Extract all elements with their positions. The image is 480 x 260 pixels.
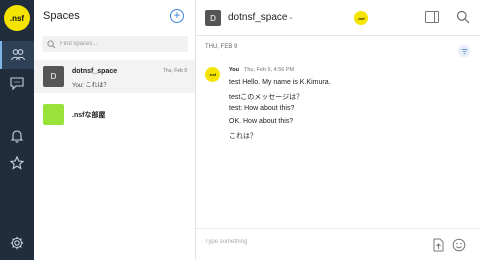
spaces-title: Spaces xyxy=(43,10,80,22)
space-app-logo[interactable]: .nsf xyxy=(354,11,368,25)
add-space-button[interactable]: + xyxy=(170,9,184,23)
search-icon xyxy=(47,39,56,48)
message-composer xyxy=(196,228,480,260)
people-icon xyxy=(10,49,26,61)
message-line: OK. How about this? xyxy=(229,118,294,125)
space-preview: You: これは？ xyxy=(72,83,110,89)
space-avatar: D xyxy=(43,66,64,87)
space-avatar: D xyxy=(205,10,221,26)
space-name: .nsfな部屋 xyxy=(72,112,106,119)
message-line: test Hello. My name is K.Kimura. xyxy=(229,79,331,86)
avatar[interactable]: .nsf xyxy=(205,67,220,82)
space-avatar xyxy=(43,104,64,125)
chevron-down-icon[interactable]: ⌄ xyxy=(288,13,294,21)
filter-icon xyxy=(461,48,467,54)
app-rail: .nsf xyxy=(0,0,34,260)
message-line: test: How about this? xyxy=(229,105,295,112)
space-search[interactable] xyxy=(42,36,188,52)
message-timestamp: Thu, Feb 9, 4:56 PM xyxy=(244,67,295,73)
chat-bubble-icon xyxy=(10,77,24,91)
rail-chat-button[interactable] xyxy=(0,69,34,97)
message-input[interactable] xyxy=(205,239,405,245)
chat-panel: D dotnsf_space ⌄ .nsf THU, FEB 9 .nsf Yo… xyxy=(196,0,480,260)
filter-button[interactable] xyxy=(458,45,470,57)
rail-favorites-button[interactable] xyxy=(0,149,34,177)
star-icon xyxy=(9,155,25,170)
side-panel-toggle-icon[interactable] xyxy=(425,11,439,23)
message-line: testこのメッセージは？ xyxy=(229,94,304,101)
message-sender: You xyxy=(229,67,239,73)
bell-icon xyxy=(10,130,24,143)
search-input[interactable] xyxy=(60,41,180,47)
chat-header: D dotnsf_space ⌄ .nsf xyxy=(196,0,480,36)
search-icon[interactable] xyxy=(456,10,470,24)
date-separator: THU, FEB 9 xyxy=(205,44,238,50)
emoji-icon[interactable] xyxy=(452,238,466,252)
space-name: dotnsf_space xyxy=(72,68,118,75)
space-list-item[interactable]: D dotnsf_space You: これは？ Thu, Feb 9 xyxy=(34,60,195,93)
space-title[interactable]: dotnsf_space xyxy=(228,12,288,23)
attach-file-icon[interactable] xyxy=(432,238,444,252)
app-logo[interactable]: .nsf xyxy=(4,5,30,31)
spaces-panel: Spaces + D dotnsf_space You: これは？ Thu, F… xyxy=(34,0,196,260)
rail-people-button[interactable] xyxy=(0,41,34,69)
space-list-item[interactable]: .nsfな部屋 xyxy=(34,98,195,131)
gear-icon xyxy=(10,236,24,250)
space-date: Thu, Feb 9 xyxy=(162,68,187,74)
rail-notifications-button[interactable] xyxy=(0,122,34,150)
rail-settings-button[interactable] xyxy=(0,229,34,257)
message-line: これは？ xyxy=(229,133,257,140)
